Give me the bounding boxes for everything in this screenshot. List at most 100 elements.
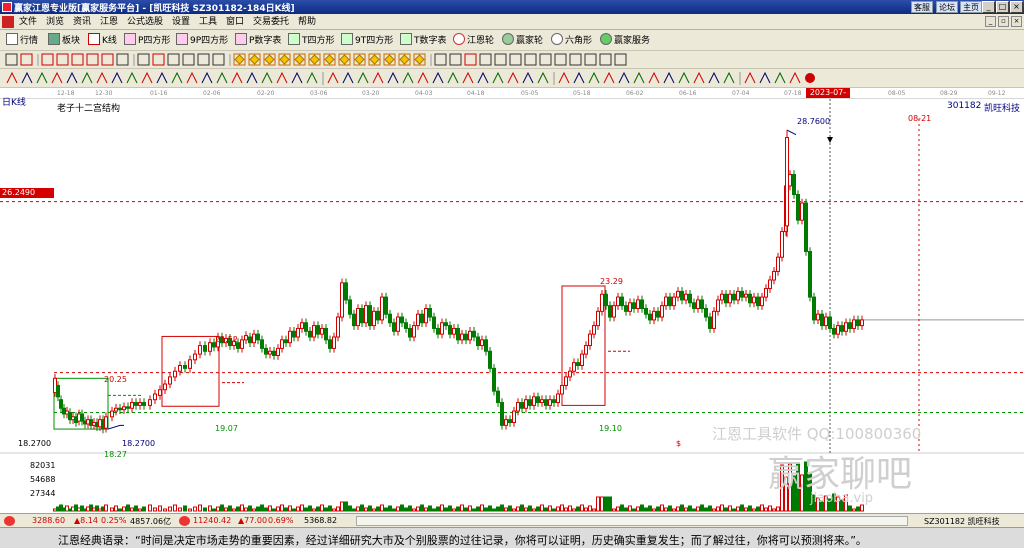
menu-settings[interactable]: 设置 [172, 16, 190, 28]
candle-body [408, 327, 412, 338]
drawing-tool-icon [261, 71, 273, 84]
study-title: 老子十二宫结构 [57, 104, 121, 114]
candle-body [728, 293, 732, 304]
volume-bar [480, 504, 484, 512]
candle-body [59, 399, 63, 409]
menu-file[interactable]: 文件 [19, 16, 37, 28]
close-button[interactable]: × [1010, 1, 1023, 13]
volume-bar [324, 507, 328, 512]
cursor-arrow [827, 137, 833, 143]
mdi-close-button[interactable]: × [1011, 16, 1022, 27]
maximize-button[interactable]: □ [996, 1, 1009, 13]
winner-wheel-button[interactable]: 赢家轮 [502, 33, 543, 48]
hexagon-icon [551, 33, 563, 45]
mdi-restore-button[interactable]: ▫ [998, 16, 1009, 27]
candle-body [256, 333, 260, 341]
drawing-tool-icon [663, 71, 675, 84]
kline-button[interactable]: K线 [88, 33, 117, 48]
candle-body [568, 370, 572, 378]
candle-body [716, 299, 720, 312]
candle-body [776, 256, 780, 272]
cursor-price-marker: 26.2490 [0, 188, 54, 198]
t-number-table-button[interactable]: T数字表 [400, 33, 447, 48]
forum-link[interactable]: 论坛 [936, 1, 958, 13]
candle-body [656, 310, 660, 318]
drawing-tool-icon [774, 71, 786, 84]
date-label: 09-12 [988, 90, 1006, 97]
volume-bar [500, 504, 504, 512]
sector-button[interactable]: 板块 [48, 33, 80, 48]
drawing-tool-icon [387, 71, 399, 84]
winner-service-button[interactable]: 赢家服务 [600, 33, 650, 48]
menu-trade[interactable]: 交易委托 [253, 16, 289, 28]
drawing-tool-icons[interactable] [0, 69, 1024, 88]
date-label: 06-16 [679, 90, 697, 97]
drawing-tool-icon [231, 71, 243, 84]
minimize-button[interactable]: _ [982, 1, 995, 13]
volume-bar [528, 505, 532, 512]
candle-body [744, 293, 748, 298]
volume-bar [688, 505, 692, 512]
volume-bar [668, 505, 672, 512]
menu-browse[interactable]: 浏览 [46, 16, 64, 28]
low-pointer [107, 424, 124, 430]
candle-body [332, 336, 336, 349]
candle-body [832, 327, 836, 335]
volume-bar [756, 506, 760, 512]
drawing-toolbar [0, 69, 1024, 88]
main-toolbar: 行情 板块 K线 P四方形 9P四方形 P数字表 T四方形 9T四方形 T数字表… [0, 30, 1024, 51]
9t-square-button[interactable]: 9T四方形 [341, 33, 393, 48]
diamond-icon [339, 54, 350, 65]
menu-help[interactable]: 帮助 [298, 16, 316, 28]
index2-pct: 0.69% [268, 516, 294, 525]
candle-body [736, 290, 740, 301]
kline-chart[interactable]: 日K线 老子十二宫结构 301182 凯旺科技 26.2490 28.7600 … [0, 98, 1024, 513]
menu-news[interactable]: 资讯 [73, 16, 91, 28]
candle-body [188, 359, 192, 369]
drawing-tool-icon [477, 71, 489, 84]
p-number-table-button[interactable]: P数字表 [235, 33, 281, 48]
menu-tools[interactable]: 工具 [199, 16, 217, 28]
menu-window[interactable]: 窗口 [226, 16, 244, 28]
drawing-tool-icon [618, 71, 630, 84]
tool-icon [614, 53, 627, 66]
menu-formula-select[interactable]: 公式选股 [127, 16, 163, 28]
volume-bar [508, 505, 512, 512]
color-icon [805, 73, 815, 83]
volume-bar [360, 504, 364, 512]
volume-bar [216, 506, 220, 512]
p-square-button[interactable]: P四方形 [124, 33, 170, 48]
volume-bar [728, 505, 732, 512]
tool-icon [101, 53, 114, 66]
customer-service-link[interactable]: 客服 [911, 1, 933, 13]
gann-wheel-button[interactable]: 江恩轮 [453, 33, 494, 48]
volume-bar [376, 506, 380, 512]
menu-gann[interactable]: 江恩 [100, 16, 118, 28]
9p-square-button[interactable]: 9P四方形 [176, 33, 228, 48]
candle-body [168, 376, 172, 385]
candle-body [616, 296, 620, 307]
volume-bar [208, 505, 212, 512]
quotes-button[interactable]: 行情 [6, 33, 38, 48]
candle-body [292, 330, 296, 338]
volume-bar [644, 507, 648, 512]
candle-body [564, 376, 568, 386]
candle-body [644, 308, 648, 315]
candle-body [130, 402, 134, 409]
period-tool-icons[interactable] [0, 51, 1024, 69]
horizontal-scrollbar[interactable] [356, 516, 908, 526]
candle-body [456, 327, 460, 341]
mdi-minimize-button[interactable]: _ [985, 16, 996, 27]
candle-body [792, 174, 796, 196]
t-square-button[interactable]: T四方形 [288, 33, 335, 48]
homepage-link[interactable]: 主页 [960, 1, 982, 13]
candle-body [412, 325, 416, 338]
signal-marker: $ [676, 439, 682, 448]
hexagon-button[interactable]: 六角形 [551, 33, 592, 48]
volume-bar [596, 496, 600, 512]
volume-bar [696, 506, 700, 512]
sector-label: 板块 [62, 36, 81, 46]
volume-bar [420, 504, 424, 512]
volume-bar [736, 506, 740, 512]
candle-body [600, 293, 604, 312]
